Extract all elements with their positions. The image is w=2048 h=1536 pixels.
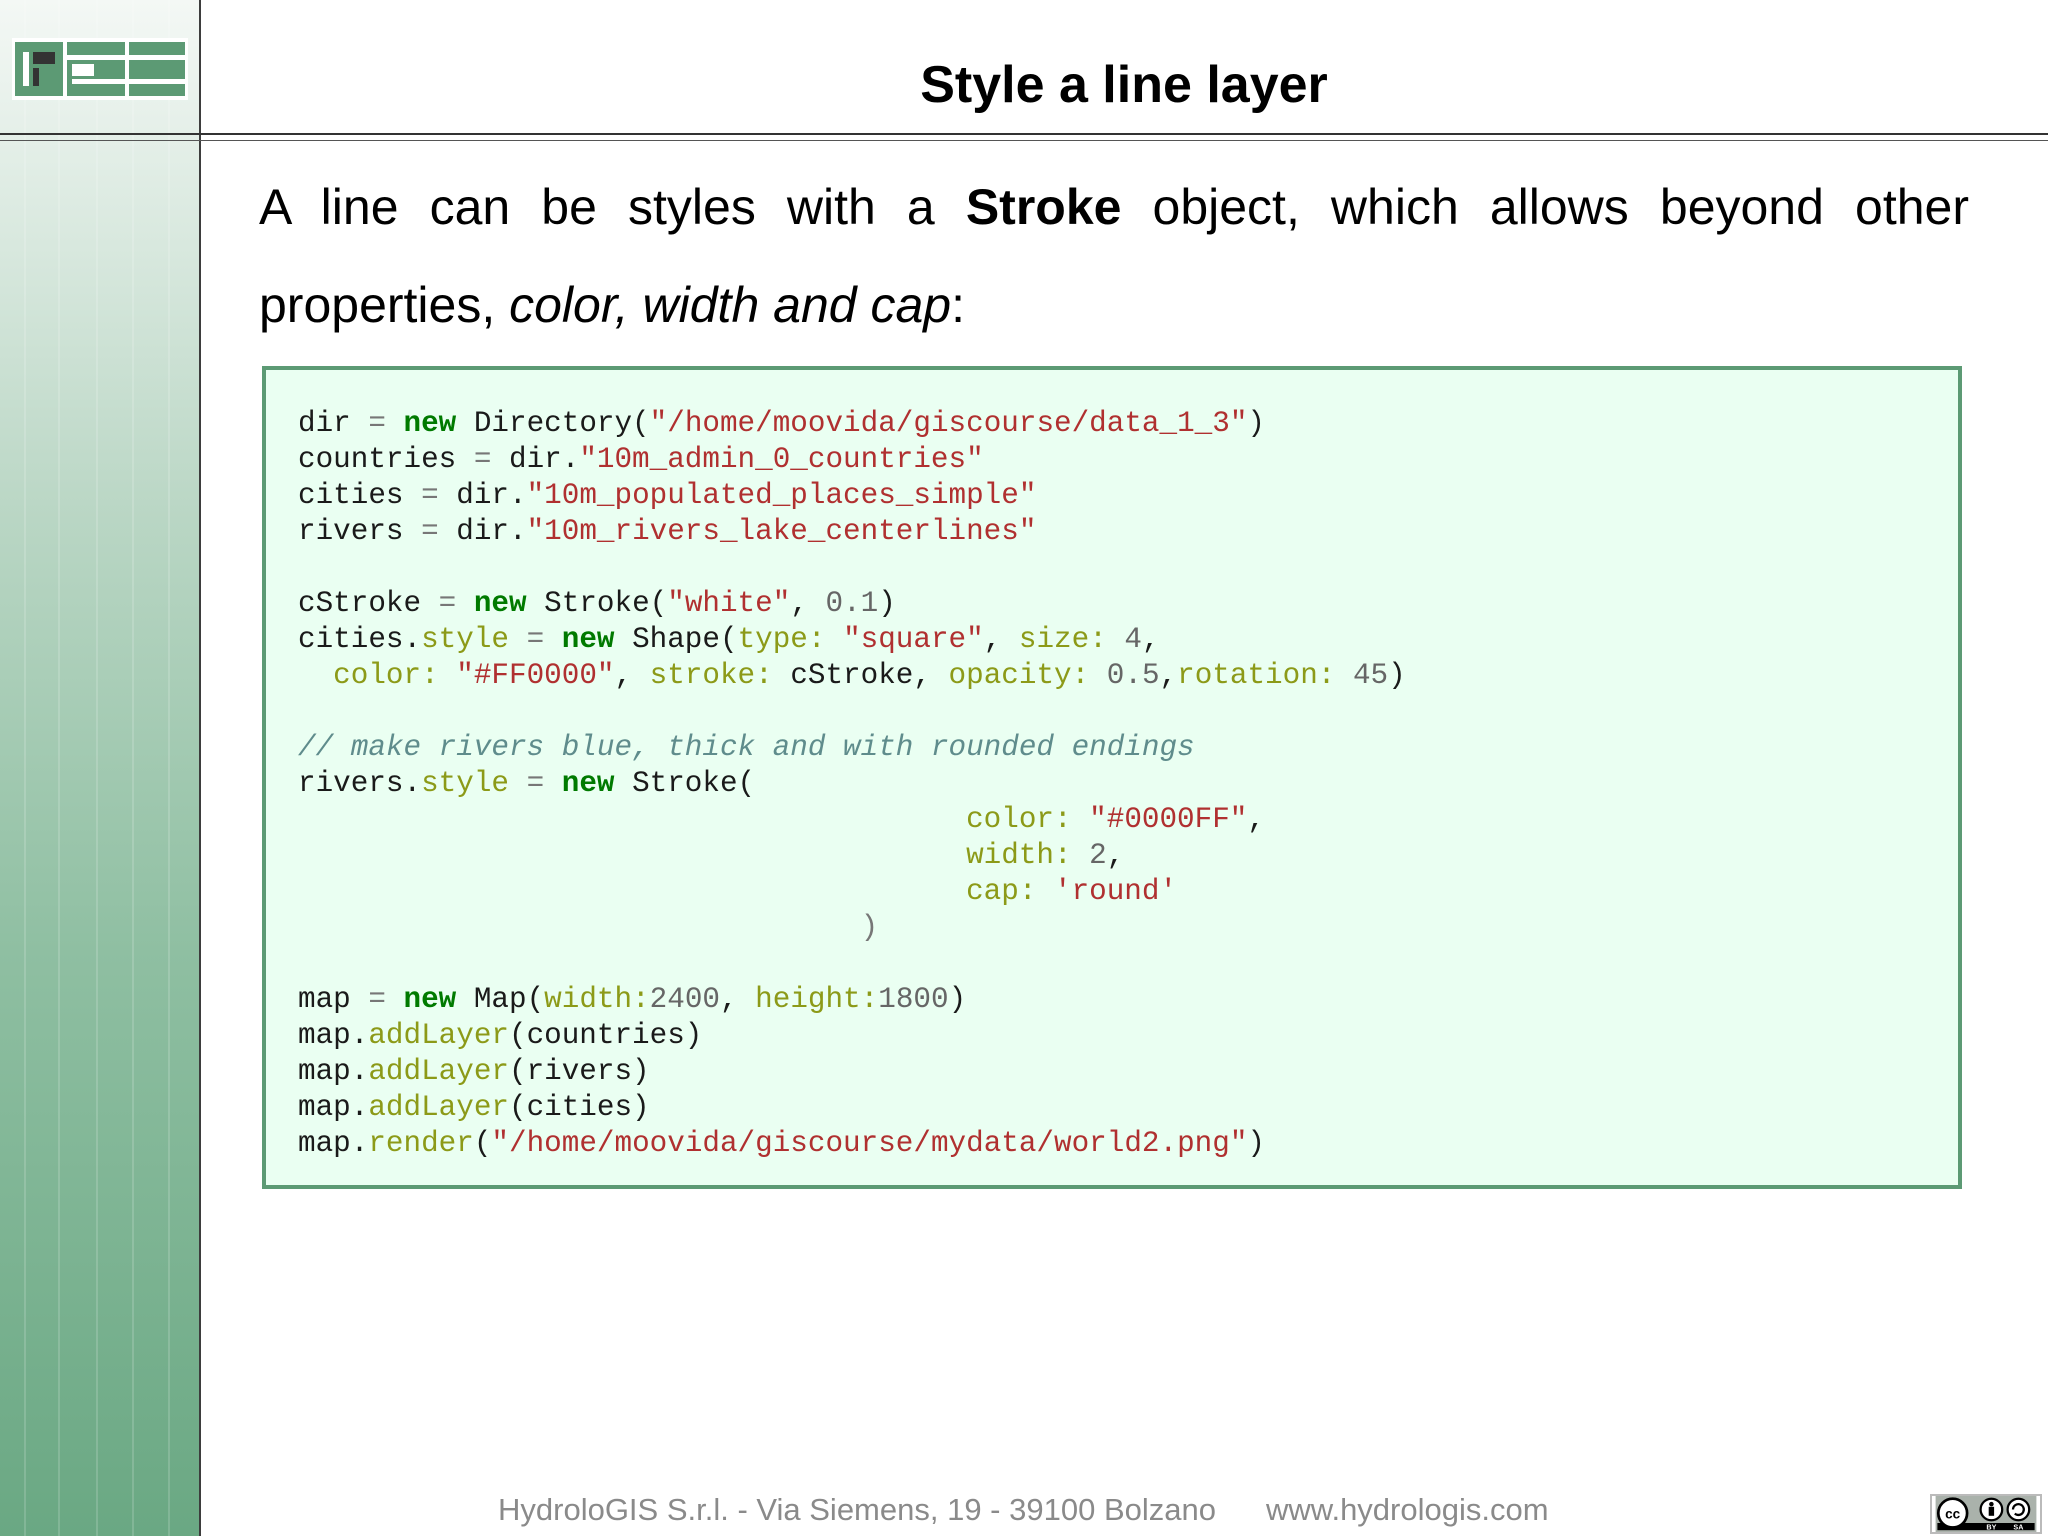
stroke-term: Stroke <box>965 179 1122 235</box>
cc-by-sa-license-icon: cc BY SA <box>1930 1494 2042 1534</box>
footer-website: www.hydrologis.com <box>1266 1492 1549 1527</box>
svg-text:cc: cc <box>1945 1507 1961 1522</box>
code-block: dir = new Directory("/home/moovida/gisco… <box>262 366 1962 1189</box>
footer-address: HydroloGIS S.r.l. - Via Siemens, 19 - 39… <box>498 1492 1216 1527</box>
slide-title: Style a line layer <box>920 56 1328 114</box>
intro-paragraph: A line can be styles with a Stroke objec… <box>259 179 1969 333</box>
sidebar-decoration <box>0 0 201 1536</box>
svg-text:SA: SA <box>2013 1522 2023 1531</box>
svg-text:BY: BY <box>1986 1522 1996 1531</box>
properties-term: color, width and cap <box>509 277 952 333</box>
code-listing: dir = new Directory("/home/moovida/gisco… <box>298 407 1406 1160</box>
header-rule-thin <box>0 140 2048 141</box>
company-logo-icon <box>12 38 188 100</box>
header-rule <box>0 133 2048 135</box>
